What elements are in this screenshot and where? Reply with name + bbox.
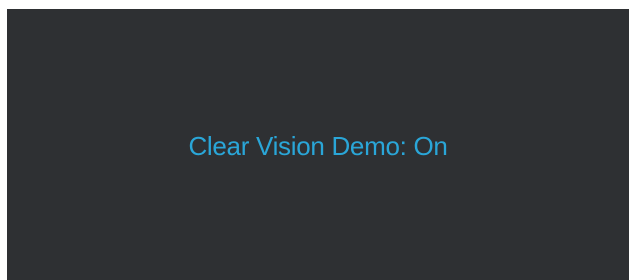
osd-message: Clear Vision Demo: On [188, 131, 448, 161]
osd-screen: Clear Vision Demo: On [7, 9, 629, 280]
